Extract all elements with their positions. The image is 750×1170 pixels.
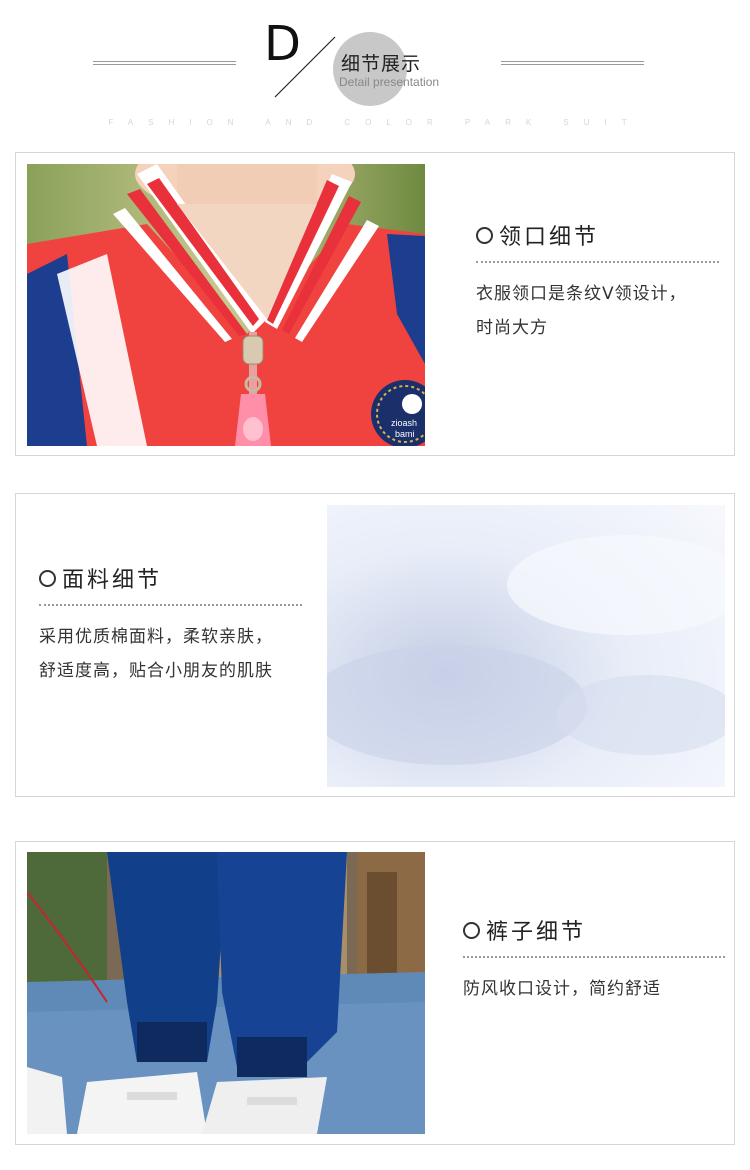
fabric-text: 面料细节 采用优质棉面料，柔软亲肤， 舒适度高，贴合小朋友的肌肤 xyxy=(39,562,302,688)
tagline: FASHION AND COLOR PARK SUIT xyxy=(108,118,642,127)
collar-photo: zioash bami xyxy=(27,164,425,446)
section-title-text: 裤子细节 xyxy=(486,920,587,945)
badge-text-1: zioash xyxy=(391,418,417,428)
slash-divider xyxy=(274,36,336,98)
detail-card-collar: zioash bami 领口细节 衣服领口是条纹V领设计， 时尚大方 xyxy=(15,152,735,456)
circle-icon xyxy=(39,569,56,587)
circle-icon xyxy=(476,226,493,244)
header-line-left xyxy=(93,61,236,65)
badge-text-2: bami xyxy=(395,429,415,439)
description-line: 防风收口设计，简约舒适 xyxy=(463,979,661,999)
section-title-text: 领口细节 xyxy=(499,225,600,250)
section-description: 采用优质棉面料，柔软亲肤， 舒适度高，贴合小朋友的肌肤 xyxy=(39,620,302,688)
description-line: 时尚大方 xyxy=(476,318,548,338)
dotted-divider xyxy=(476,261,719,263)
dotted-divider xyxy=(39,604,302,606)
section-title: 裤子细节 xyxy=(463,914,725,946)
description-line: 舒适度高，贴合小朋友的肌肤 xyxy=(39,661,273,681)
pants-photo xyxy=(27,852,425,1134)
section-title: 领口细节 xyxy=(476,219,719,251)
section-title: 面料细节 xyxy=(39,562,302,594)
description-line: 采用优质棉面料，柔软亲肤， xyxy=(39,627,273,647)
page-title: 细节展示 xyxy=(341,53,422,75)
detail-card-fabric: 面料细节 采用优质棉面料，柔软亲肤， 舒适度高，贴合小朋友的肌肤 xyxy=(15,493,735,797)
circle-icon xyxy=(463,921,480,939)
section-description: 防风收口设计，简约舒适 xyxy=(463,972,725,1006)
collar-text: 领口细节 衣服领口是条纹V领设计， 时尚大方 xyxy=(476,219,719,345)
section-description: 衣服领口是条纹V领设计， 时尚大方 xyxy=(476,277,719,345)
section-title-text: 面料细节 xyxy=(62,568,163,593)
detail-card-pants: 裤子细节 防风收口设计，简约舒适 xyxy=(15,841,735,1145)
fabric-photo xyxy=(327,505,725,787)
header-line-right xyxy=(501,61,644,65)
description-line: 衣服领口是条纹V领设计， xyxy=(476,284,687,304)
page-subtitle: Detail presentation xyxy=(339,75,440,89)
pants-text: 裤子细节 防风收口设计，简约舒适 xyxy=(463,914,725,1006)
dotted-divider xyxy=(463,956,725,958)
